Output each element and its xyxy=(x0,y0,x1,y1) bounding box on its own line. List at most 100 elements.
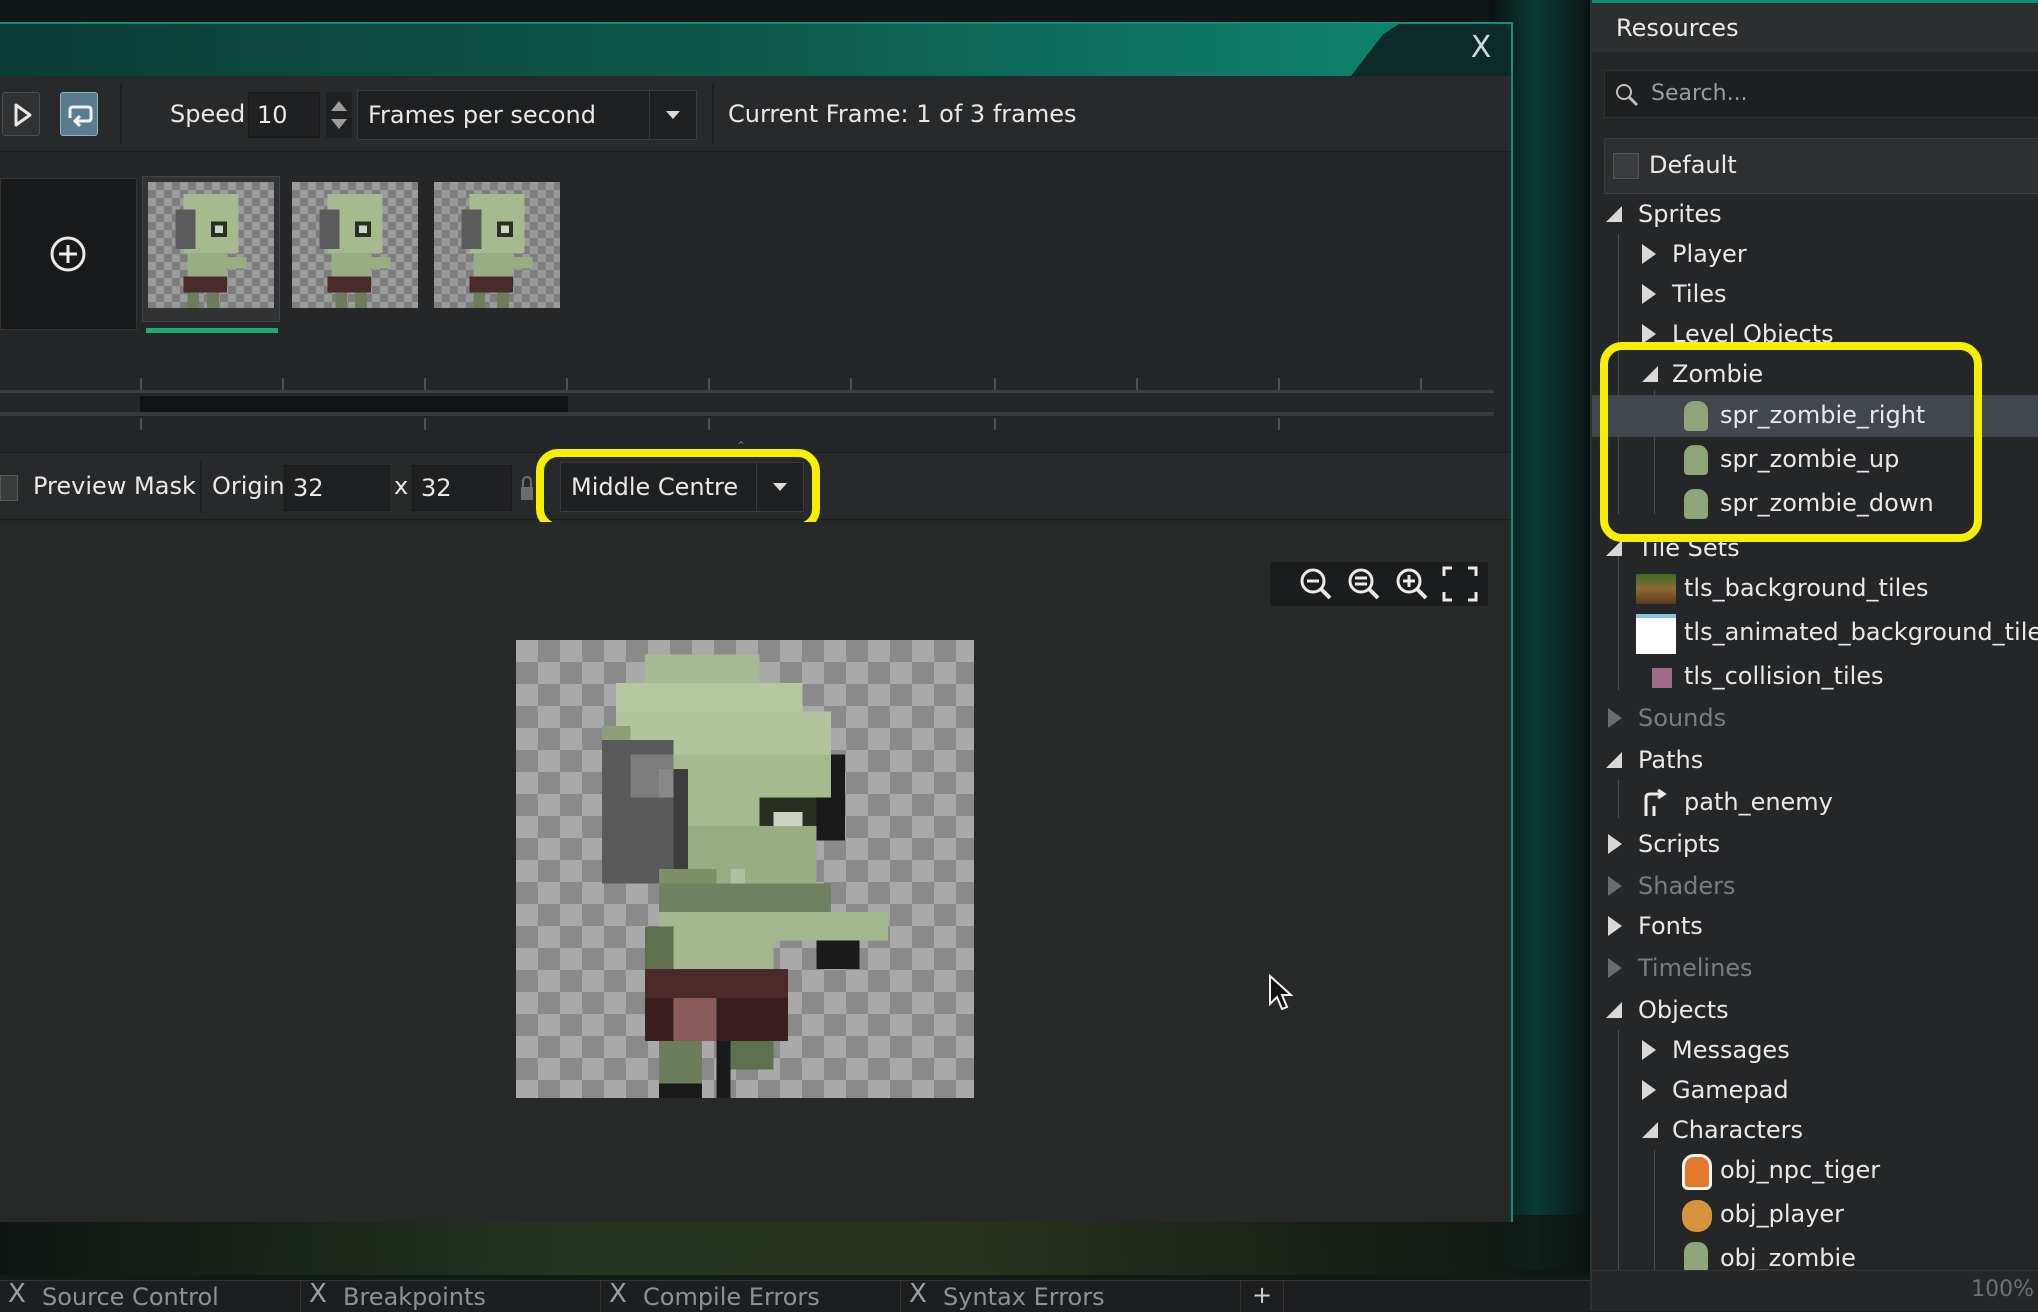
tab-compile-errors[interactable]: X Compile Errors xyxy=(600,1279,900,1312)
zoom-in-icon xyxy=(1396,568,1428,600)
zombie-sprite-thumb xyxy=(461,193,533,308)
search-placeholder: Search... xyxy=(1651,81,1748,106)
resource-group-selector[interactable]: Default xyxy=(1604,138,2038,194)
pointer-cursor-icon xyxy=(1269,973,1294,1011)
frame-thumbnail-1[interactable] xyxy=(148,182,274,308)
origin-x-input[interactable]: 32 xyxy=(284,465,390,511)
tree-label: Player xyxy=(1672,240,1747,268)
timeline-tick xyxy=(1278,418,1280,430)
frame-thumbnail-2[interactable] xyxy=(292,182,418,308)
tree-item-tls-animated-background-tiles[interactable]: tls_animated_background_tiles xyxy=(1592,612,2038,656)
tree-item-tls-collision-tiles[interactable]: tls_collision_tiles xyxy=(1592,656,2038,700)
frame-thumbnail-3[interactable] xyxy=(434,182,560,308)
tileset-thumbnail-icon xyxy=(1636,574,1676,604)
speed-unit-dropdown[interactable]: Frames per second xyxy=(357,90,697,140)
timeline-tick xyxy=(1136,378,1138,390)
tab-label: Breakpoints xyxy=(343,1283,486,1311)
expanded-arrow-icon xyxy=(1606,206,1622,222)
timeline-tick xyxy=(140,378,142,390)
tree-label: path_enemy xyxy=(1684,788,1833,816)
expanded-arrow-icon xyxy=(1606,752,1622,768)
loop-button[interactable] xyxy=(60,92,98,136)
window-header[interactable]: X xyxy=(0,24,1511,76)
preview-mask-checkbox[interactable] xyxy=(0,475,18,501)
preview-mask-label: Preview Mask xyxy=(33,472,196,500)
speed-unit-value: Frames per second xyxy=(368,101,596,129)
zoom-reset-button[interactable] xyxy=(1342,562,1386,606)
zoom-in-button[interactable] xyxy=(1390,562,1434,606)
resource-search-input[interactable]: Search... xyxy=(1604,70,2038,118)
tree-folder-tiles[interactable]: Tiles xyxy=(1592,274,2038,314)
speed-input[interactable]: 10 xyxy=(248,92,320,138)
tree-folder-shaders[interactable]: Shaders xyxy=(1592,866,2038,906)
tree-folder-timelines[interactable]: Timelines xyxy=(1592,948,2038,988)
add-frame-button[interactable] xyxy=(0,178,137,330)
add-circle-icon xyxy=(50,236,86,272)
tree-label: tls_background_tiles xyxy=(1684,574,1929,602)
zoom-reset-icon xyxy=(1348,568,1380,600)
timeline-tick xyxy=(140,418,142,430)
tab-syntax-errors[interactable]: X Syntax Errors xyxy=(900,1279,1200,1312)
tree-label: tls_animated_background_tiles xyxy=(1684,618,2038,646)
tree-label: Fonts xyxy=(1638,912,1703,940)
close-tab-icon[interactable]: X xyxy=(609,1279,627,1309)
collapsed-arrow-icon xyxy=(1608,958,1622,978)
timeline-tick xyxy=(566,378,568,390)
tree-folder-paths[interactable]: Paths xyxy=(1592,740,2038,780)
timeline-tick xyxy=(708,418,710,430)
tree-item-obj-npc-tiger[interactable]: obj_npc_tiger xyxy=(1592,1150,2038,1194)
tab-source-control[interactable]: X Source Control xyxy=(0,1279,300,1312)
tree-label: obj_player xyxy=(1720,1200,1845,1228)
zombie-sprite-icon xyxy=(1684,1242,1708,1272)
close-tab-icon[interactable]: X xyxy=(309,1279,327,1309)
tree-folder-gamepad[interactable]: Gamepad xyxy=(1592,1070,2038,1110)
tree-folder-scripts[interactable]: Scripts xyxy=(1592,824,2038,864)
sprite-editor-window: X Speed: 10 Frames per second Current Fr… xyxy=(0,22,1513,1222)
stepper-arrows-icon xyxy=(331,101,347,129)
tree-folder-sounds[interactable]: Sounds xyxy=(1592,698,2038,738)
zoom-out-button[interactable] xyxy=(1294,562,1338,606)
timeline-tick xyxy=(424,418,426,430)
timeline-tick xyxy=(994,378,996,390)
collapsed-arrow-icon xyxy=(1642,1040,1656,1060)
path-icon xyxy=(1644,788,1667,816)
expanded-arrow-icon xyxy=(1606,540,1622,556)
origin-x-separator: x xyxy=(394,472,409,500)
sprite-preview[interactable] xyxy=(516,640,974,1098)
tree-folder-sprites[interactable]: Sprites xyxy=(1592,194,2038,234)
sprite-canvas[interactable] xyxy=(0,522,1511,1222)
speed-label: Speed: xyxy=(170,100,254,128)
expanded-arrow-icon xyxy=(1642,1122,1658,1138)
collapsed-arrow-icon xyxy=(1608,708,1622,728)
tree-label: Tiles xyxy=(1672,280,1727,308)
resources-panel: Resources Search... Default Sprites Play… xyxy=(1590,0,2038,1311)
tree-folder-characters[interactable]: Characters xyxy=(1592,1110,2038,1150)
collapsed-arrow-icon xyxy=(1608,916,1622,936)
tree-label: Gamepad xyxy=(1672,1076,1789,1104)
tree-folder-player[interactable]: Player xyxy=(1592,234,2038,274)
tree-folder-objects[interactable]: Objects xyxy=(1592,990,2038,1030)
tab-label: Compile Errors xyxy=(643,1283,820,1311)
add-tab-button[interactable]: + xyxy=(1240,1281,1284,1312)
play-button[interactable] xyxy=(2,92,40,136)
close-tab-icon[interactable]: X xyxy=(8,1279,26,1309)
tiger-sprite-icon xyxy=(1682,1154,1712,1190)
tab-breakpoints[interactable]: X Breakpoints xyxy=(300,1279,600,1312)
timeline-ruler xyxy=(0,390,1494,393)
loop-icon xyxy=(68,105,93,128)
tree-item-path-enemy[interactable]: path_enemy xyxy=(1592,782,2038,822)
tree-item-obj-player[interactable]: obj_player xyxy=(1592,1194,2038,1238)
tree-folder-messages[interactable]: Messages xyxy=(1592,1030,2038,1070)
tree-folder-fonts[interactable]: Fonts xyxy=(1592,906,2038,946)
lock-origin-button[interactable] xyxy=(520,475,534,501)
fit-to-window-button[interactable] xyxy=(1438,562,1482,606)
tree-item-tls-background-tiles[interactable]: tls_background_tiles xyxy=(1592,568,2038,612)
close-tab-icon[interactable]: X xyxy=(909,1279,927,1309)
speed-stepper[interactable] xyxy=(326,92,352,138)
toolbar-divider xyxy=(200,461,202,513)
tree-label: Paths xyxy=(1638,746,1704,774)
origin-y-input[interactable]: 32 xyxy=(412,465,512,511)
timeline-scroll-thumb[interactable] xyxy=(140,396,568,412)
play-icon xyxy=(14,103,32,127)
close-window-button[interactable]: X xyxy=(1463,30,1499,66)
